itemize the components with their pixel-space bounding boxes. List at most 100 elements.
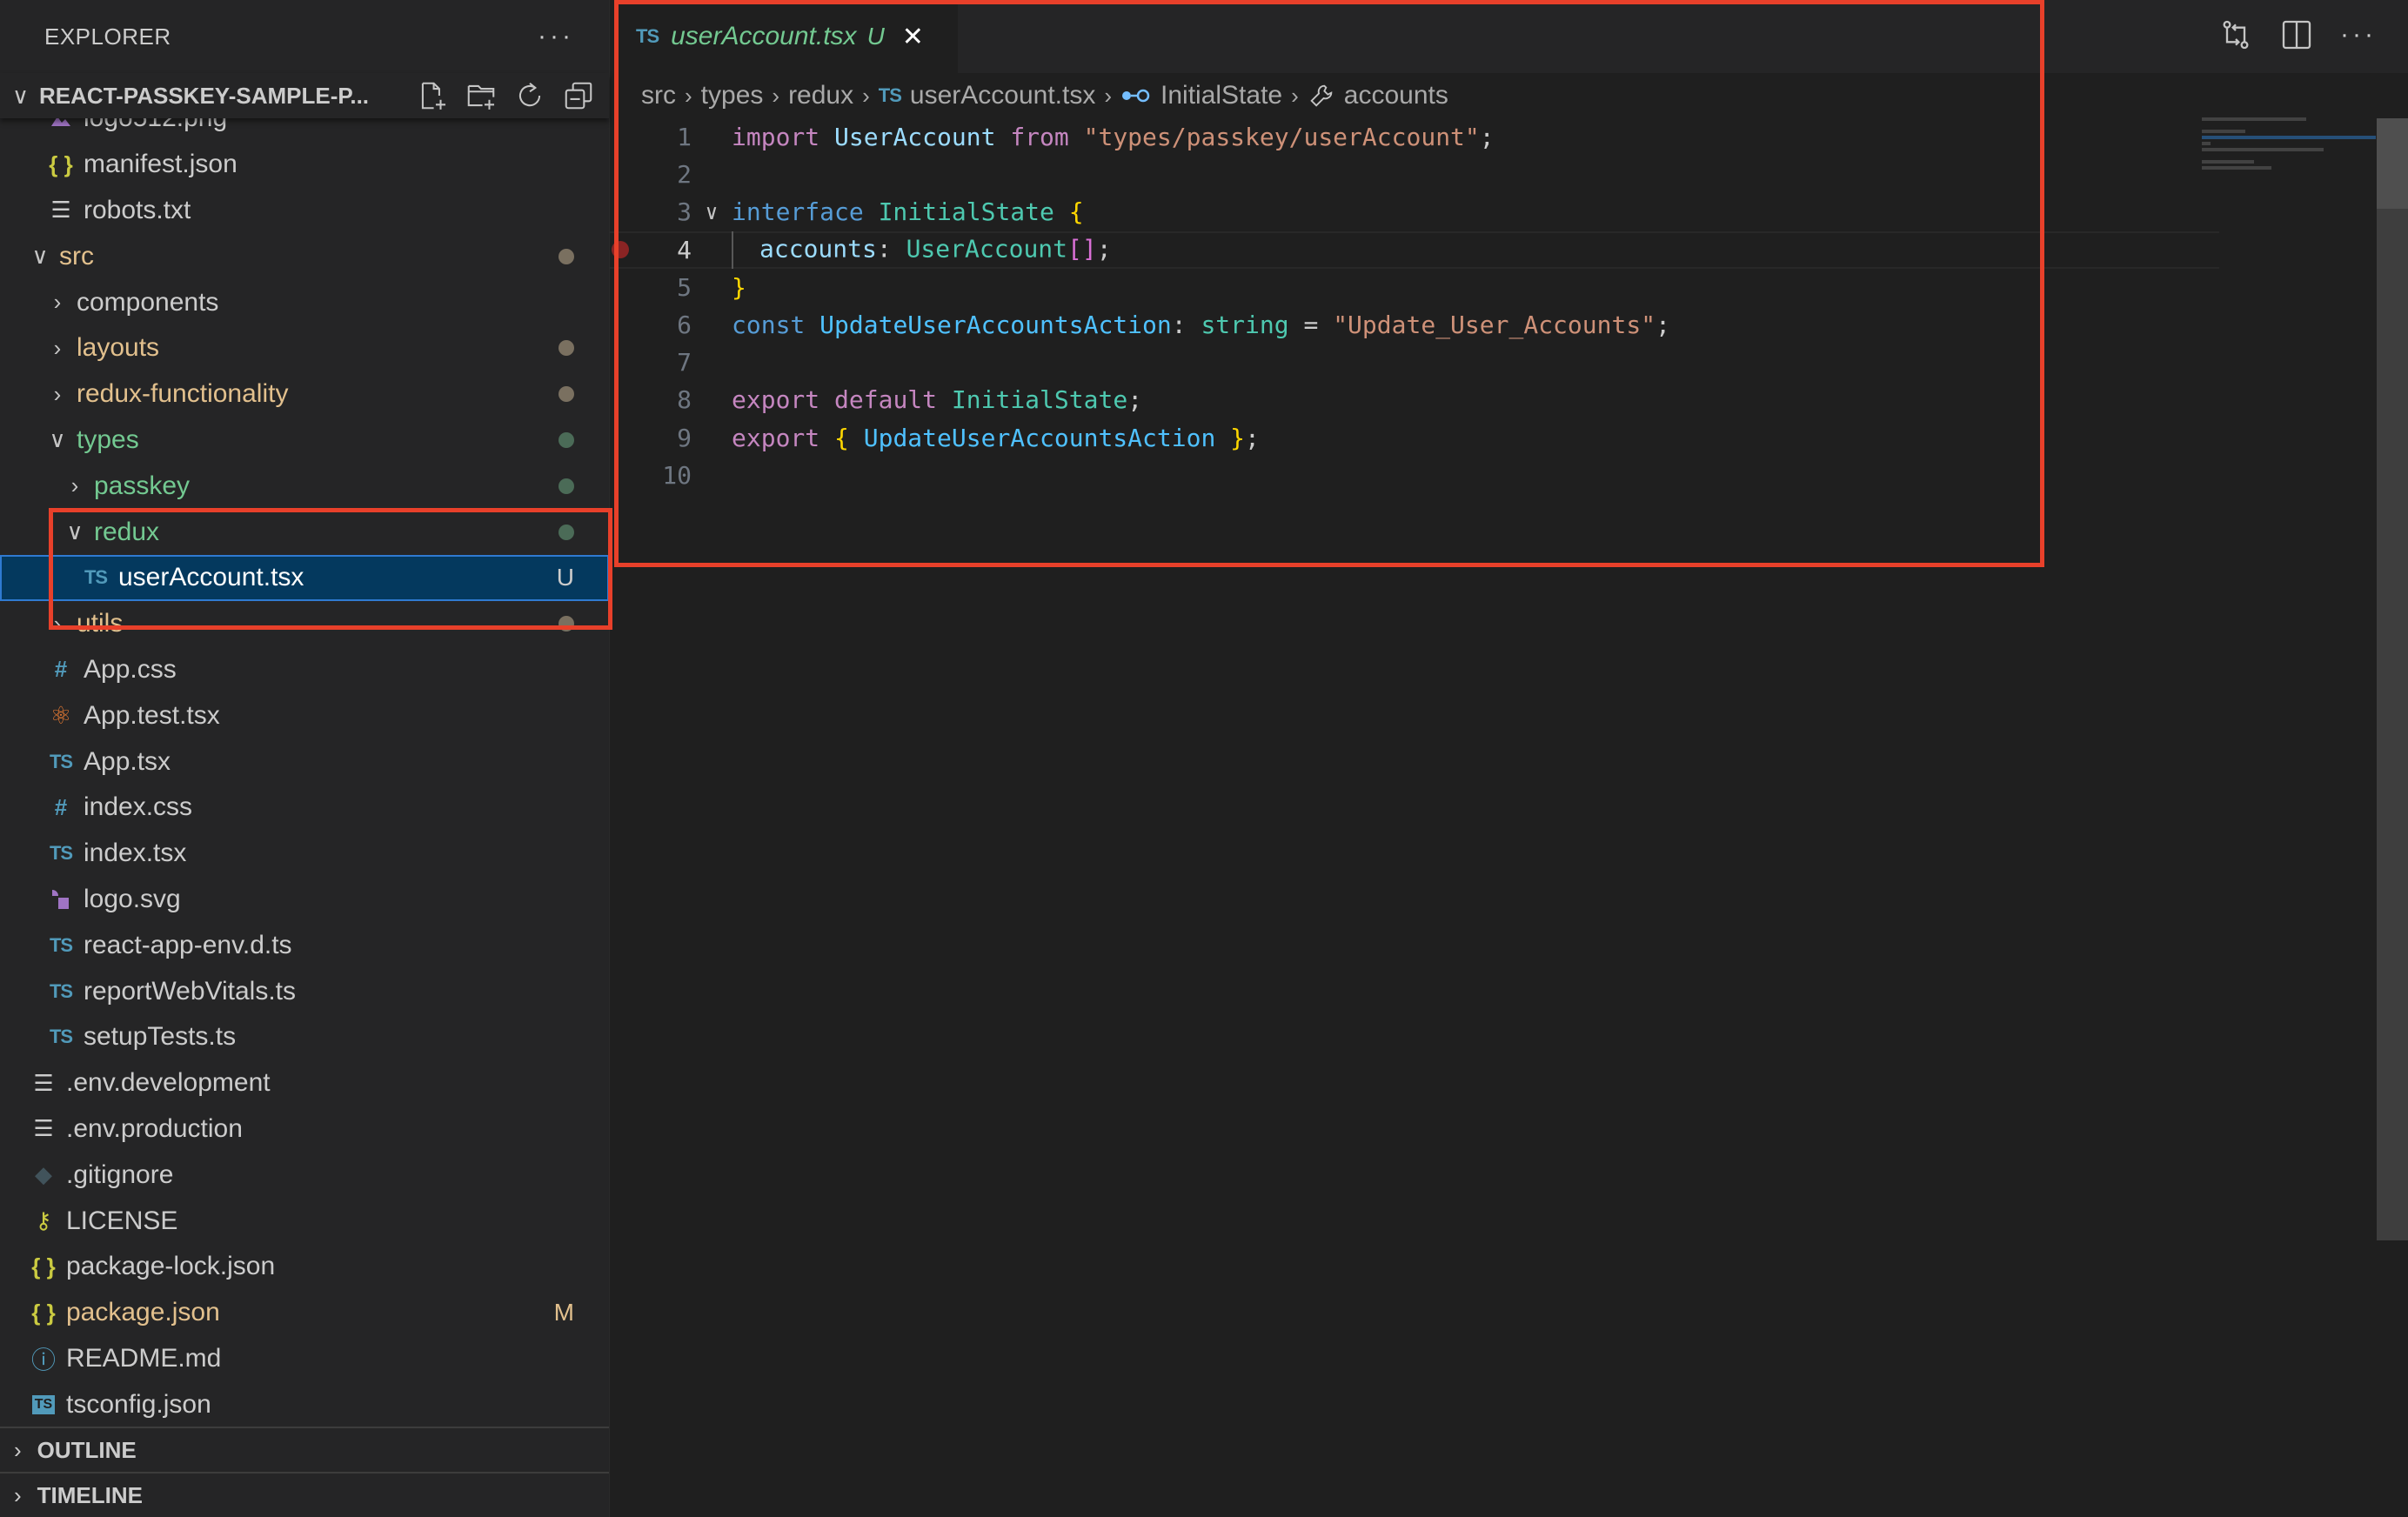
- code-token: export: [732, 423, 820, 452]
- tree-item-label: LICENSE: [66, 1206, 178, 1235]
- tree-item-label: components: [77, 287, 219, 317]
- line-number: 6: [677, 311, 692, 340]
- close-icon[interactable]: ✕: [902, 22, 924, 52]
- code-token: InitialState: [951, 385, 1128, 415]
- tree-folder[interactable]: ∨ src: [0, 233, 609, 279]
- split-editor-icon[interactable]: [2279, 17, 2314, 52]
- tree-folder[interactable]: › redux-functionality: [0, 371, 609, 418]
- timeline-label: TIMELINE: [37, 1481, 144, 1508]
- code-line[interactable]: 3 ∨ interface InitialState {: [610, 193, 2219, 231]
- explorer-title: EXPLORER: [44, 23, 171, 50]
- chevron-right-icon: ›: [53, 334, 62, 361]
- tree-item-label: manifest.json: [84, 150, 237, 179]
- more-actions-icon[interactable]: ···: [2340, 20, 2377, 50]
- breadcrumb-item[interactable]: InitialState: [1161, 81, 1282, 110]
- chevron-right-icon: ›: [70, 472, 79, 499]
- typescript-icon: TS: [878, 84, 902, 106]
- line-number: 9: [677, 423, 692, 452]
- breadcrumb-item[interactable]: types: [701, 81, 764, 110]
- code-line[interactable]: 1 import UserAccount from "types/passkey/…: [610, 118, 2219, 156]
- tree-file[interactable]: TS userAccount.tsx U: [0, 554, 609, 601]
- code-line[interactable]: 5}: [610, 269, 2219, 306]
- line-number: 5: [677, 272, 692, 302]
- fold-chevron-icon[interactable]: ∨: [692, 200, 732, 224]
- git-status-dot: [559, 524, 574, 540]
- project-folder-header[interactable]: ∨ REACT-PASSKEY-SAMPLE-P...: [0, 73, 609, 118]
- tree-file[interactable]: ◆ .gitignore: [0, 1152, 609, 1198]
- tree-file[interactable]: TS react-app-env.d.ts: [0, 922, 609, 968]
- code-token: default: [834, 385, 938, 415]
- wrench-icon: [1310, 84, 1333, 107]
- json-icon: { }: [31, 1299, 56, 1326]
- tree-folder[interactable]: ∨ types: [0, 418, 609, 464]
- git-status-dot: [559, 248, 574, 264]
- code-line[interactable]: 4 accounts: UserAccount[];: [610, 231, 2219, 269]
- tree-item-label: package-lock.json: [66, 1252, 276, 1281]
- tree-file[interactable]: logo.svg: [0, 877, 609, 923]
- tree-file[interactable]: # index.css: [0, 785, 609, 831]
- code-editor[interactable]: 1 import UserAccount from "types/passkey/…: [610, 118, 2219, 494]
- git-status-dot: [559, 431, 574, 448]
- git-status-dot: [559, 386, 574, 403]
- tree-file[interactable]: TS reportWebVitals.ts: [0, 968, 609, 1014]
- compare-changes-icon[interactable]: [2218, 17, 2253, 52]
- code-line[interactable]: 6 const UpdateUserAccountsAction: string …: [610, 306, 2219, 344]
- explorer-header: EXPLORER ···: [0, 0, 609, 73]
- code-line[interactable]: 10: [610, 457, 2219, 494]
- tree-file[interactable]: TS setupTests.ts: [0, 1014, 609, 1060]
- new-file-icon[interactable]: [416, 79, 449, 112]
- line-number: 1: [677, 123, 692, 152]
- tree-item-label: types: [77, 424, 139, 454]
- minimap[interactable]: [2202, 115, 2376, 184]
- tree-item-label: .gitignore: [66, 1159, 174, 1189]
- tree-file[interactable]: ⚷ LICENSE: [0, 1198, 609, 1244]
- tree-folder[interactable]: › layouts: [0, 325, 609, 371]
- code-line[interactable]: 8 export default InitialState;: [610, 381, 2219, 418]
- code-line[interactable]: 2: [610, 156, 2219, 193]
- json-icon: { }: [31, 1253, 56, 1280]
- code-token: ;: [1656, 311, 1670, 340]
- tree-folder[interactable]: › utils: [0, 601, 609, 647]
- outline-section[interactable]: › OUTLINE: [0, 1427, 609, 1472]
- new-folder-icon[interactable]: [465, 79, 498, 112]
- timeline-section[interactable]: › TIMELINE: [0, 1472, 609, 1517]
- tree-file[interactable]: { } manifest.json: [0, 142, 609, 188]
- tree-folder[interactable]: ∨ redux: [0, 509, 609, 555]
- breadcrumb-item[interactable]: redux: [788, 81, 853, 110]
- tree-folder[interactable]: › components: [0, 279, 609, 325]
- code-token: }: [1230, 423, 1246, 452]
- code-line[interactable]: 7: [610, 344, 2219, 381]
- tree-file[interactable]: ☰ .env.production: [0, 1106, 609, 1153]
- vertical-scrollbar[interactable]: [2377, 118, 2408, 1240]
- tree-file[interactable]: TS App.tsx: [0, 738, 609, 785]
- code-text: }: [732, 273, 746, 302]
- code-token: ;: [1096, 234, 1112, 264]
- line-number: 10: [662, 460, 692, 490]
- tree-file[interactable]: { } package.json M: [0, 1290, 609, 1336]
- code-token: string: [1201, 311, 1289, 340]
- collapse-all-icon[interactable]: [562, 79, 595, 112]
- tree-item-label: react-app-env.d.ts: [84, 930, 292, 959]
- tree-file[interactable]: ☰ robots.txt: [0, 188, 609, 234]
- breadcrumb-item[interactable]: accounts: [1344, 81, 1448, 110]
- tree-file[interactable]: ⓘ README.md: [0, 1336, 609, 1382]
- more-actions-icon[interactable]: ···: [538, 22, 574, 51]
- tree-file[interactable]: TS tsconfig.json: [0, 1381, 609, 1427]
- scrollbar-thumb[interactable]: [2377, 118, 2408, 209]
- explorer-sidebar: EXPLORER ··· logo512.png{ }manifest.json…: [0, 0, 610, 1517]
- tree-file[interactable]: { } package-lock.json: [0, 1244, 609, 1290]
- breadcrumb-item[interactable]: src: [641, 81, 676, 110]
- tree-folder[interactable]: › passkey: [0, 463, 609, 509]
- breadcrumb-item[interactable]: userAccount.tsx: [910, 81, 1095, 110]
- tree-file[interactable]: ☰ .env.development: [0, 1060, 609, 1106]
- tree-file[interactable]: ⚛ App.test.tsx: [0, 692, 609, 738]
- refresh-icon[interactable]: [513, 79, 546, 112]
- chevron-right-icon: ›: [1104, 82, 1113, 109]
- tree-file[interactable]: TS index.tsx: [0, 831, 609, 877]
- tab-user-account[interactable]: TS userAccount.tsx U ✕: [610, 0, 958, 73]
- code-line[interactable]: 9 export { UpdateUserAccountsAction };: [610, 419, 2219, 457]
- typescript-icon: TS: [49, 842, 73, 865]
- typescript-icon: TS: [84, 566, 108, 589]
- tree-file[interactable]: # App.css: [0, 647, 609, 693]
